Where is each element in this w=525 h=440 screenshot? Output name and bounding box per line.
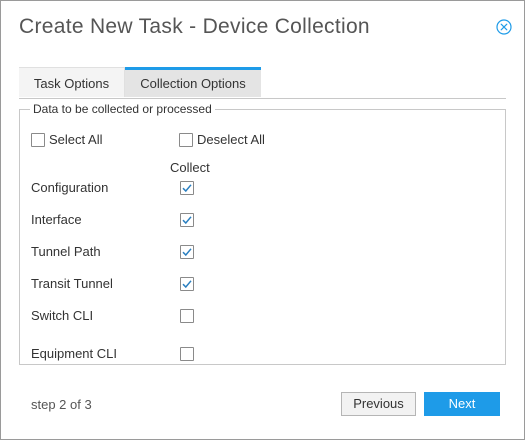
collect-column-header: Collect [170, 160, 210, 175]
collect-checkbox-switch-cli[interactable] [180, 309, 194, 323]
checkmark-icon [182, 280, 192, 289]
row-label-equipment-cli: Equipment CLI [31, 346, 117, 361]
collect-checkbox-transit-tunnel[interactable] [180, 277, 194, 291]
dialog-title: Create New Task - Device Collection [19, 15, 370, 38]
task-dialog: Create New Task - Device Collection Task… [0, 0, 525, 440]
deselect-all-label: Deselect All [197, 132, 265, 147]
checkmark-icon [182, 248, 192, 257]
collect-checkbox-interface[interactable] [180, 213, 194, 227]
select-all-checkbox[interactable] [31, 133, 45, 147]
row-label-transit-tunnel: Transit Tunnel [31, 276, 113, 291]
row-label-switch-cli: Switch CLI [31, 308, 94, 323]
close-circle-icon[interactable] [496, 19, 512, 35]
checkmark-icon [182, 184, 192, 193]
row-label-configuration: Configuration [31, 180, 109, 195]
row-label-interface: Interface [31, 212, 82, 227]
collection-fieldset: Data to be collected or processed [19, 102, 506, 365]
tab-bar: Task Options Collection Options [19, 67, 506, 99]
deselect-all-checkbox[interactable] [179, 133, 193, 147]
tab-task-options[interactable]: Task Options [19, 67, 125, 97]
next-button[interactable]: Next [424, 392, 500, 416]
collect-checkbox-equipment-cli[interactable] [180, 347, 194, 361]
tab-collection-options[interactable]: Collection Options [125, 67, 261, 97]
step-indicator: step 2 of 3 [31, 397, 92, 412]
collect-checkbox-configuration[interactable] [180, 181, 194, 195]
previous-button[interactable]: Previous [341, 392, 416, 416]
select-all-label: Select All [49, 132, 103, 147]
row-label-tunnel-path: Tunnel Path [31, 244, 101, 259]
fieldset-legend: Data to be collected or processed [30, 102, 215, 116]
checkmark-icon [182, 216, 192, 225]
collect-checkbox-tunnel-path[interactable] [180, 245, 194, 259]
